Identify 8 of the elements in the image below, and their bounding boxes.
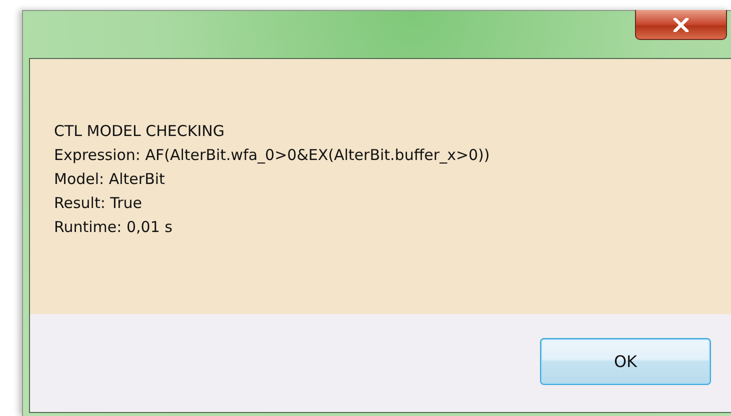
- message-line: Model: AlterBit: [54, 169, 166, 190]
- ok-button[interactable]: OK: [540, 338, 711, 384]
- message-line: Expression: AF(AlterBit.wfa_0>0&EX(AlterBit.buffer_x>0)): [54, 145, 491, 166]
- message-line: Runtime: 0,01 s: [54, 217, 174, 238]
- message-line: Result: True: [54, 193, 144, 214]
- close-button[interactable]: [635, 10, 727, 40]
- message-line: CTL MODEL CHECKING: [54, 121, 226, 142]
- close-icon: [673, 18, 689, 32]
